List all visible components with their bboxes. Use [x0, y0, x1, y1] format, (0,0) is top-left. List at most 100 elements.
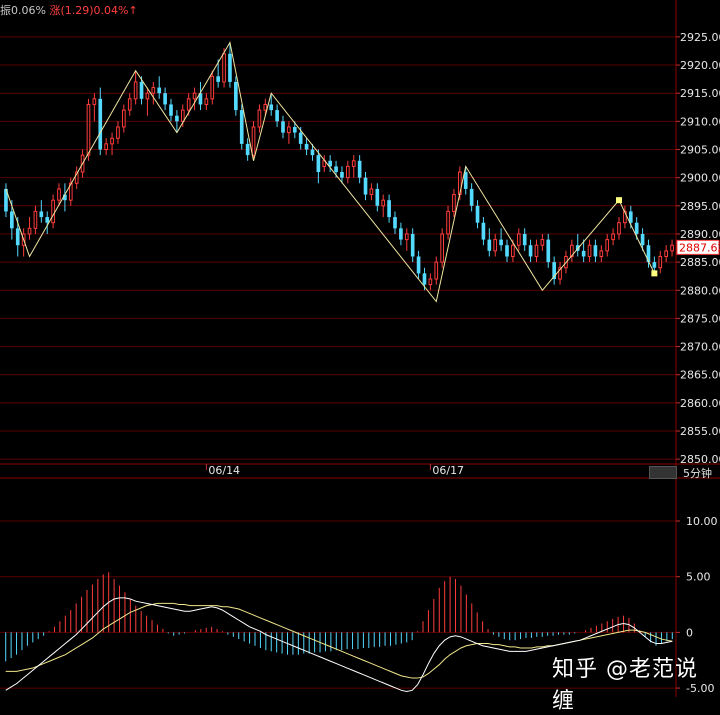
candle-body — [92, 98, 97, 105]
candle — [4, 183, 8, 218]
time-tick-label: 06/17 — [432, 464, 464, 477]
candle-body — [287, 126, 291, 134]
candle-body — [45, 217, 50, 223]
candle — [139, 76, 144, 105]
candle-body — [133, 81, 138, 100]
candle — [151, 81, 156, 105]
time-axis: 06/14 06/17 — [205, 464, 464, 477]
candle — [51, 194, 55, 229]
price-tick-label: 2880.00 — [680, 284, 720, 297]
candle — [287, 121, 291, 144]
zigzag-line — [5, 41, 655, 303]
candle-body — [98, 98, 103, 150]
candle — [39, 200, 44, 223]
candle-body — [440, 233, 444, 263]
candle — [363, 172, 368, 201]
candle-body — [516, 233, 521, 246]
scroll-box[interactable] — [649, 466, 677, 479]
candle — [428, 273, 433, 291]
candle-body — [234, 81, 238, 111]
candle — [322, 155, 327, 173]
candle — [381, 194, 386, 218]
current-price-value: 2887.62 — [679, 241, 720, 254]
candle-body — [469, 188, 474, 206]
candle-body — [434, 261, 439, 280]
candle-body — [481, 222, 486, 240]
candle-body — [363, 177, 368, 195]
candle — [245, 138, 250, 161]
candle-body — [216, 76, 220, 82]
candle — [33, 205, 38, 234]
candle — [74, 166, 79, 189]
candle-body — [522, 233, 527, 246]
candle-body — [658, 255, 663, 269]
candle — [558, 262, 562, 285]
candle-body — [652, 262, 657, 268]
candle-body — [446, 210, 450, 235]
candle — [204, 93, 209, 111]
candle — [116, 121, 120, 144]
candle-body — [505, 245, 509, 257]
price-tick-label: 2915.00 — [680, 87, 720, 100]
candle-body — [145, 92, 150, 100]
price-tick-label: 2905.00 — [680, 144, 720, 157]
candle-body — [611, 233, 615, 241]
price-tick-label: 2920.00 — [680, 59, 720, 72]
candle-body — [475, 205, 480, 223]
candle-body — [257, 109, 262, 128]
candle-body — [410, 233, 415, 257]
candle-body — [275, 110, 279, 122]
candle — [387, 194, 391, 223]
candle-body — [39, 211, 44, 218]
candle-body — [251, 126, 256, 156]
candle — [275, 104, 279, 127]
candle — [434, 256, 439, 285]
candle — [587, 239, 592, 263]
candle — [133, 70, 138, 105]
price-tick-label: 2875.00 — [680, 312, 720, 325]
price-grid — [0, 0, 720, 697]
candle — [92, 93, 97, 122]
price-tick-label: 2925.00 — [680, 31, 720, 44]
candle-body — [139, 81, 144, 99]
candle — [369, 183, 374, 201]
price-tick-label: 2870.00 — [680, 341, 720, 354]
price-tick-label: 2890.00 — [680, 228, 720, 241]
candle-body — [340, 172, 344, 178]
candle-body — [357, 160, 362, 178]
candle — [239, 104, 244, 150]
candle-body — [27, 227, 32, 235]
candle-body — [587, 244, 592, 257]
period-label[interactable]: 5分钟 — [683, 465, 712, 481]
candle — [192, 87, 197, 111]
candle — [611, 228, 615, 246]
candle-body — [239, 110, 244, 144]
candle-body — [593, 245, 598, 257]
candle — [658, 250, 663, 274]
candle-body — [416, 256, 421, 274]
price-tick-label: 2865.00 — [680, 369, 720, 382]
candle-body — [222, 53, 226, 83]
turning-point-marker — [616, 197, 622, 204]
candle-body — [110, 137, 114, 145]
candle — [516, 228, 521, 251]
candle — [281, 115, 285, 139]
turning-point-marker — [651, 270, 658, 277]
candle-body — [546, 239, 551, 263]
current-price-label: 2887.62 — [676, 239, 720, 255]
candle-body — [10, 211, 14, 229]
header-readout: 振0.06% 涨(1.29)0.04%↑ — [0, 2, 138, 18]
candle — [546, 233, 551, 268]
candle — [110, 132, 114, 156]
candle — [416, 250, 421, 280]
price-tick-label: 2910.00 — [680, 115, 720, 128]
candle-body — [487, 239, 492, 251]
candle — [145, 87, 150, 116]
candle-body — [664, 250, 668, 257]
candle-body — [422, 273, 427, 285]
candle-body — [581, 250, 586, 257]
candle-body — [493, 239, 498, 252]
candle — [469, 183, 474, 212]
candle — [399, 222, 403, 246]
candle — [27, 217, 32, 240]
